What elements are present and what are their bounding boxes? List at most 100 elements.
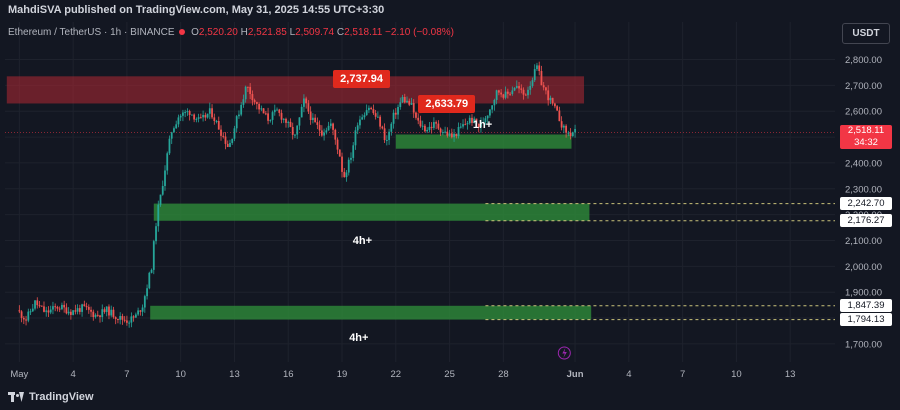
time-tick-label: 10 [175,369,186,380]
candle-body [188,111,191,115]
zone-label-1h: 1h+ [472,118,493,131]
currency-button[interactable]: USDT [842,23,890,44]
price-tick-label: 1,700.00 [845,339,882,350]
candle-body [502,94,505,98]
candle-body [374,113,377,117]
candle-body [56,306,59,309]
candle-body [435,122,438,124]
candle-body [468,117,471,124]
zone-label-4h-lower: 4h+ [349,332,369,345]
candle-body [303,98,305,107]
candle-body [341,156,343,172]
candle-body [25,319,27,321]
candle-body [177,117,180,125]
candle-body [18,310,21,312]
candle-body [352,145,355,158]
tradingview-logo[interactable]: TradingView [8,391,94,403]
candle-body [397,106,399,115]
candle-body [282,118,285,120]
candle-body [150,269,153,273]
price-tick-label: 2,700.00 [845,81,882,92]
candle-body [455,133,458,137]
candle-body [419,120,422,127]
candle-body [361,117,364,120]
candle-body [464,124,467,126]
symbol-name[interactable]: Ethereum / TetherUS · 1h · BINANCE [8,27,175,38]
candle-body [229,142,231,148]
candle-body [204,115,207,118]
high-value: 2,521.85 [247,27,287,38]
candle-body [83,304,86,307]
candle-body [370,107,373,110]
candle-body [338,149,341,157]
candle-body [146,288,148,297]
candle-body [271,112,274,120]
candle-body [278,109,281,113]
candle-body [421,125,424,127]
candle-body [166,153,169,171]
candle-body [354,130,357,146]
bar-countdown: 34:32 [854,137,878,149]
candle-body [372,109,375,114]
candle-body [437,123,440,129]
candle-body [513,87,516,91]
candle-body [491,105,494,110]
tradingview-logo-text: TradingView [29,391,94,403]
candle-body [36,300,39,306]
candle-body [459,126,462,128]
candle-body [332,123,334,130]
candle-body [298,117,301,126]
candle-body [258,103,261,110]
candle-body [226,143,229,148]
candle-body [31,308,34,312]
candle-body [211,108,213,118]
candle-body [311,117,314,121]
candle-body [99,315,101,318]
candle-body [67,311,70,314]
candle-body [157,204,160,227]
candle-body [233,128,236,139]
candle-body [305,98,308,104]
candle-body [121,316,124,320]
candle-body [184,112,187,114]
candle-body [294,134,296,136]
candle-body [78,308,81,312]
zone-label-4h-upper: 4h+ [352,235,373,248]
candle-body [269,119,272,121]
candle-body [363,115,366,118]
candle-body [175,124,178,129]
price-chart[interactable]: 1,700.001,800.001,900.002,000.002,100.00… [0,20,900,388]
candle-body [231,138,234,143]
candle-body [244,86,247,100]
candle-body [560,121,563,128]
candle-body [345,172,348,178]
candle-body [260,108,263,110]
candle-body [186,111,189,113]
candle-body [74,310,77,312]
candle-body [300,106,303,118]
time-tick-label: 28 [498,369,509,380]
candle-body [504,91,507,98]
candle-body [137,310,140,315]
candle-body [280,112,283,120]
candle-body [148,272,151,289]
candle-body [381,126,384,129]
candle-body [343,171,346,178]
candle-body [22,317,25,320]
candle-body [103,309,106,312]
candle-body [509,93,511,95]
candle-body [273,109,276,113]
time-tick-label: 7 [124,369,129,380]
candle-body [527,89,529,96]
candle-body [533,69,536,81]
candle-body [450,133,453,138]
tradingview-logo-icon [8,392,25,402]
candle-body [20,311,23,318]
candle-body [255,101,258,104]
price-tick-label: 2,300.00 [845,184,882,195]
candle-body [515,86,518,88]
candle-body [164,170,166,187]
symbol-info-bar[interactable]: Ethereum / TetherUS · 1h · BINANCE O2,52… [8,27,454,38]
candle-body [235,116,238,129]
level-tag-1847: 1,847.39 [840,299,892,313]
